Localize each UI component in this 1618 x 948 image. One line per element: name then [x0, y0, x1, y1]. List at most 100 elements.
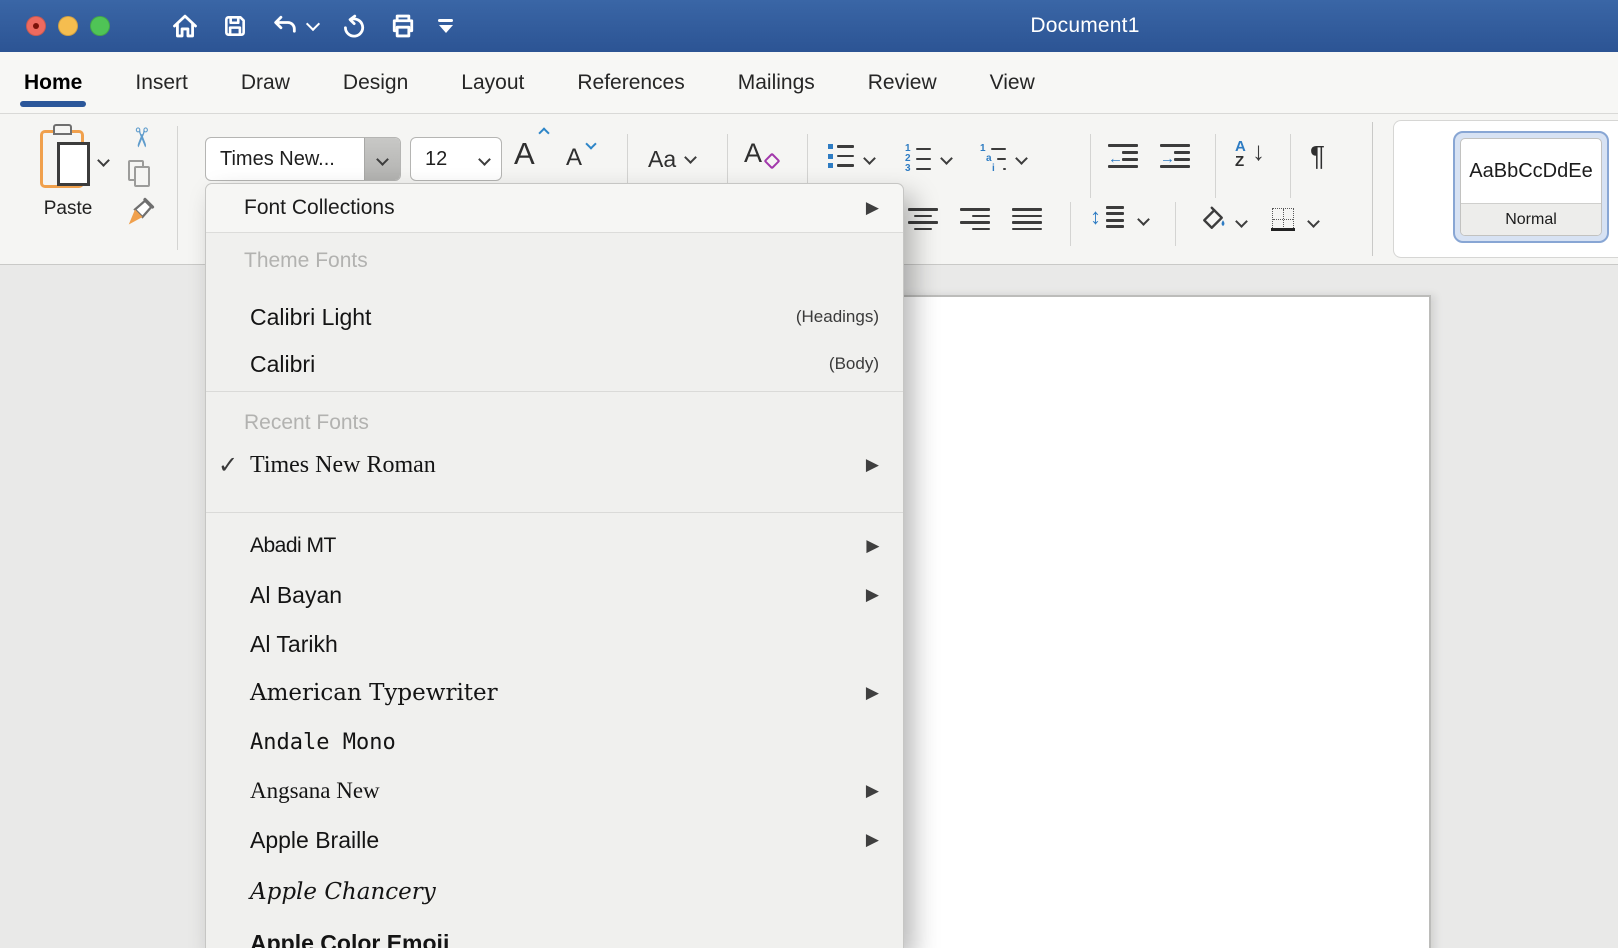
menu-item-abadi-mt[interactable]: Abadi MT ▶	[206, 524, 903, 568]
decrease-indent-button[interactable]: ←	[1108, 144, 1138, 168]
bullet-list-icon	[828, 144, 854, 168]
zoom-button[interactable]	[90, 16, 110, 36]
font-label: American Typewriter	[250, 680, 498, 706]
menu-item-apple-color-emoji[interactable]: Apple Color Emoji	[206, 921, 903, 948]
customize-toolbar-icon[interactable]	[438, 19, 453, 33]
bullets-button[interactable]	[828, 144, 854, 168]
undo-icon[interactable]	[270, 11, 300, 41]
menu-item-times-new-roman[interactable]: ✓ Times New Roman ▶	[206, 442, 903, 488]
style-name: Normal	[1461, 203, 1601, 235]
shading-chevron-icon	[1235, 215, 1248, 228]
line-spacing-button[interactable]: ↕	[1090, 206, 1124, 228]
undo-dropdown-chevron-icon[interactable]	[306, 17, 320, 31]
font-size-combobox[interactable]: 12	[410, 137, 502, 181]
menu-item-apple-braille[interactable]: Apple Braille ▶	[206, 818, 903, 862]
paste-button[interactable]: Paste	[28, 124, 108, 220]
menu-item-andale-mono[interactable]: Andale Mono	[206, 720, 903, 764]
tab-mailings[interactable]: Mailings	[736, 57, 817, 109]
menu-item-al-bayan[interactable]: Al Bayan ▶	[206, 573, 903, 617]
menu-item-al-tarikh[interactable]: Al Tarikh	[206, 622, 903, 666]
cut-icon[interactable]: ✂	[127, 126, 154, 149]
menu-item-american-typewriter[interactable]: American Typewriter ▶	[206, 671, 903, 715]
minimize-button[interactable]	[58, 16, 78, 36]
style-normal-card[interactable]: AaBbCcDdEe Normal	[1453, 131, 1609, 243]
multilevel-list-icon: 1 a i	[980, 144, 1006, 168]
eraser-icon	[764, 153, 781, 170]
show-formatting-marks-button[interactable]: ¶	[1310, 140, 1325, 172]
multilevel-list-button[interactable]: 1 a i	[980, 144, 1006, 168]
menu-item-font-collections[interactable]: Font Collections ▶	[206, 184, 903, 233]
bullets-chevron-icon	[863, 152, 876, 165]
borders-chevron-icon	[1307, 215, 1320, 228]
grow-font-button[interactable]: A	[514, 136, 535, 172]
format-painter-icon[interactable]	[125, 197, 155, 227]
clear-formatting-button[interactable]: A	[744, 138, 762, 169]
justify-button[interactable]	[1012, 208, 1042, 230]
align-right-button[interactable]	[960, 208, 990, 230]
menu-item-apple-chancery[interactable]: Apple Chancery	[206, 870, 903, 914]
menu-item-calibri-light[interactable]: Calibri Light (Headings)	[206, 294, 903, 340]
group-divider	[1372, 122, 1373, 256]
tab-review[interactable]: Review	[866, 57, 939, 109]
body-tag: (Body)	[829, 354, 879, 374]
print-icon[interactable]	[388, 11, 418, 41]
numbering-button[interactable]: 1 2 3	[905, 144, 931, 168]
font-size-dropdown-chevron-icon[interactable]	[478, 153, 491, 166]
align-center-button[interactable]	[908, 208, 938, 230]
shrink-font-button[interactable]: A	[566, 144, 582, 172]
font-label: Apple Braille	[250, 827, 379, 854]
font-label: Angsana New	[250, 778, 380, 804]
borders-button[interactable]	[1272, 208, 1294, 230]
tab-home[interactable]: Home	[22, 57, 84, 109]
paint-bucket-icon	[1198, 204, 1228, 234]
headings-tag: (Headings)	[796, 307, 879, 327]
close-button[interactable]	[26, 16, 46, 36]
change-case-chevron-icon	[684, 151, 697, 164]
justify-icon	[1012, 208, 1042, 230]
font-name-combobox[interactable]: Times New...	[205, 137, 401, 181]
paste-clipboard-icon	[40, 124, 96, 190]
multilevel-chevron-icon	[1015, 152, 1028, 165]
shading-button[interactable]	[1198, 204, 1228, 234]
borders-icon	[1272, 208, 1294, 230]
tab-insert[interactable]: Insert	[133, 57, 190, 109]
tab-layout[interactable]: Layout	[459, 57, 526, 109]
tab-design[interactable]: Design	[341, 57, 410, 109]
paste-label: Paste	[28, 198, 108, 220]
font-label: Calibri	[250, 351, 315, 378]
divider	[1070, 202, 1071, 246]
change-case-button[interactable]: Aa	[648, 146, 695, 173]
numbered-list-icon: 1 2 3	[905, 144, 931, 168]
increase-indent-button[interactable]: →	[1160, 144, 1190, 168]
menu-item-calibri[interactable]: Calibri (Body)	[206, 342, 903, 386]
tab-view[interactable]: View	[988, 57, 1037, 109]
shrink-font-letter: A	[566, 144, 582, 172]
divider	[1290, 134, 1291, 198]
font-dropdown-menu: Font Collections ▶ Theme Fonts Calibri L…	[205, 183, 904, 948]
submenu-arrow-icon: ▶	[866, 198, 879, 218]
line-spacing-chevron-icon	[1137, 213, 1150, 226]
paste-dropdown-chevron-icon[interactable]	[97, 154, 110, 167]
tab-references[interactable]: References	[575, 57, 686, 109]
copy-icon[interactable]	[128, 160, 152, 188]
font-name-dropdown-button[interactable]	[364, 138, 400, 180]
home-icon[interactable]	[170, 11, 200, 41]
recent-fonts-header: Recent Fonts	[206, 408, 903, 438]
save-icon[interactable]	[220, 11, 250, 41]
menu-item-angsana-new[interactable]: Angsana New ▶	[206, 769, 903, 813]
sort-button[interactable]: A Z ↓	[1235, 140, 1265, 170]
font-label: Apple Chancery	[250, 879, 436, 905]
quick-access-toolbar	[170, 11, 453, 41]
tab-draw[interactable]: Draw	[239, 57, 292, 109]
grow-caret-icon	[538, 127, 549, 138]
style-preview-text: AaBbCcDdEe	[1461, 139, 1601, 203]
change-case-label: Aa	[648, 146, 676, 173]
font-label: Abadi MT	[250, 534, 336, 558]
group-divider	[177, 126, 178, 250]
redo-icon[interactable]	[338, 11, 368, 41]
sort-icon: A Z ↓	[1235, 140, 1265, 170]
font-label: Al Bayan	[250, 582, 342, 609]
divider	[1215, 134, 1216, 198]
font-label: Times New Roman	[250, 452, 436, 479]
clear-formatting-letter: A	[744, 138, 762, 169]
